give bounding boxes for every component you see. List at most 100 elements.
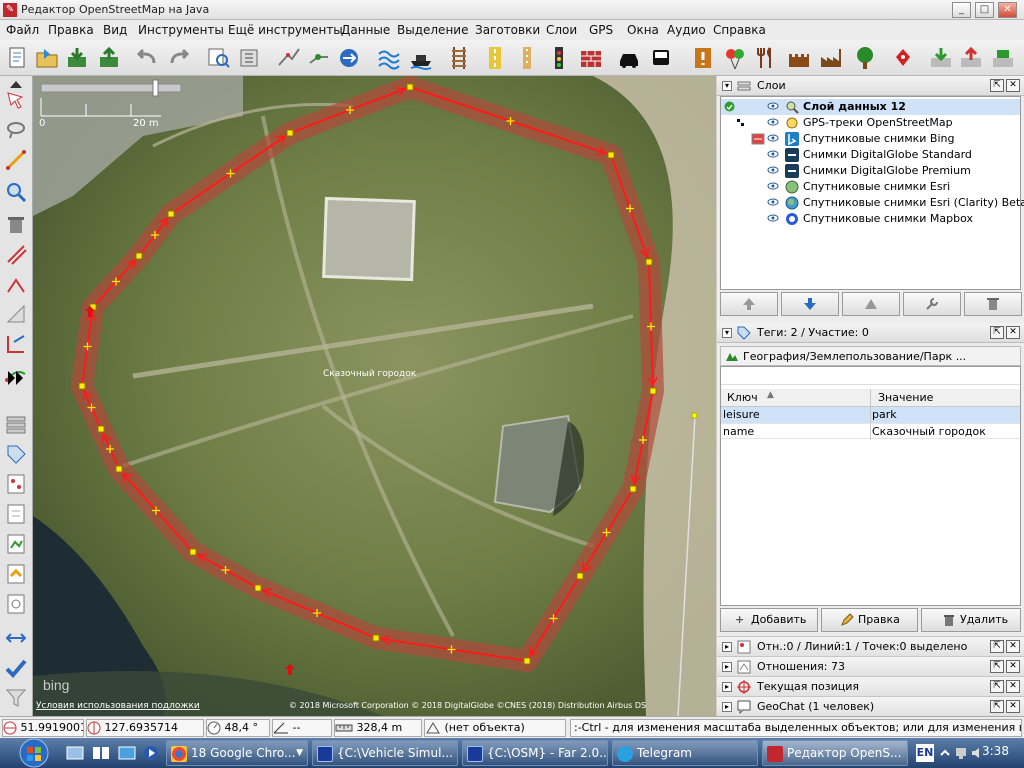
history-icon[interactable] — [4, 592, 28, 616]
way-node[interactable] — [189, 548, 197, 556]
move-layer-down-button[interactable] — [781, 292, 839, 316]
upload-osm-icon[interactable] — [958, 45, 984, 71]
way-node[interactable] — [629, 485, 637, 493]
collapse-icon[interactable]: ▾ — [722, 328, 732, 338]
visibility-eye-icon[interactable] — [767, 101, 779, 111]
network-icon[interactable] — [954, 746, 968, 760]
position-panel-header[interactable]: ▸ Текущая позиция ⇱ ✕ — [717, 676, 1024, 696]
taskbar-far-vehicle[interactable]: {C:\Vehicle Simul... — [312, 740, 458, 766]
delete-tag-button[interactable]: Удалить — [921, 608, 1021, 632]
layer-row[interactable]: Снимки DigitalGlobe Standard — [721, 147, 1020, 163]
taskbar-josm[interactable]: Редактор OpenS... — [762, 740, 908, 766]
lasso-mode-icon[interactable] — [4, 118, 28, 142]
combine-way-icon[interactable] — [306, 45, 332, 71]
undock-icon[interactable]: ⇱ — [990, 79, 1004, 92]
menu-presets[interactable]: Заготовки — [475, 23, 540, 37]
close-button[interactable]: ✕ — [998, 2, 1017, 18]
layers-toggle-icon[interactable] — [4, 412, 28, 436]
way-node[interactable] — [372, 634, 380, 642]
value-column-header[interactable]: Значение — [878, 391, 933, 404]
more-tools-icon[interactable] — [4, 366, 28, 390]
menu-imagery[interactable]: Слои — [546, 23, 577, 37]
menu-windows[interactable]: Окна — [627, 23, 659, 37]
clock[interactable]: 3:38 — [982, 744, 1009, 758]
layer-settings-button[interactable] — [903, 292, 961, 316]
geochat-panel-header[interactable]: ▸ GeoChat (1 человек) ⇱ ✕ — [717, 696, 1024, 716]
way-node[interactable] — [645, 258, 653, 266]
selection-panel-header[interactable]: ▸ Отн.:0 / Линий:1 / Точек:0 выделено ⇱ … — [717, 636, 1024, 656]
visibility-eye-icon[interactable] — [767, 181, 779, 191]
group-dropdown-icon[interactable]: ▼ — [296, 741, 303, 765]
preset-row[interactable]: География/Землепользование/Парк ... — [720, 346, 1021, 366]
measure-icon[interactable] — [4, 626, 28, 650]
maximize-button[interactable]: □ — [975, 2, 994, 18]
panel-close-icon[interactable]: ✕ — [1006, 326, 1020, 339]
way-node[interactable] — [607, 151, 615, 159]
save-icon[interactable] — [64, 45, 90, 71]
railway-preset-icon[interactable] — [446, 45, 472, 71]
expand-icon[interactable]: ▸ — [722, 682, 732, 692]
media-player-icon[interactable] — [142, 745, 160, 761]
filter-icon[interactable] — [4, 686, 28, 710]
way-node[interactable] — [97, 425, 105, 433]
parallel-mode-icon[interactable] — [4, 242, 28, 266]
move-layer-up-button[interactable] — [720, 292, 778, 316]
zoom-to-data-icon[interactable] — [206, 45, 232, 71]
tray-expand-icon[interactable] — [938, 746, 952, 760]
validation-icon[interactable] — [4, 532, 28, 556]
language-indicator[interactable]: EN — [916, 744, 934, 762]
menu-audio[interactable]: Аудио — [667, 23, 706, 37]
panel-close-icon[interactable]: ✕ — [1006, 660, 1020, 673]
show-desktop-icon[interactable] — [66, 745, 84, 761]
way-node[interactable] — [649, 387, 657, 395]
zoom-mode-icon[interactable] — [4, 180, 28, 204]
balloons-preset-icon[interactable] — [722, 45, 748, 71]
tag-row[interactable]: leisure park — [721, 407, 1020, 423]
menu-edit[interactable]: Правка — [48, 23, 94, 37]
caution-preset-icon[interactable] — [690, 45, 716, 71]
preferences-icon[interactable] — [236, 45, 262, 71]
menu-selection[interactable]: Выделение — [397, 23, 468, 37]
expand-icon[interactable]: ▸ — [722, 702, 732, 712]
layer-row-active[interactable]: Слой данных 12 — [721, 99, 1020, 115]
menu-help[interactable]: Справка — [713, 23, 766, 37]
visibility-eye-icon[interactable] — [767, 165, 779, 175]
poi-preset-icon[interactable] — [890, 45, 916, 71]
delete-layer-button[interactable] — [964, 292, 1022, 316]
upload-icon[interactable] — [96, 45, 122, 71]
reverse-way-icon[interactable] — [336, 45, 362, 71]
visibility-eye-icon[interactable] — [767, 197, 779, 207]
improve-way-icon[interactable] — [4, 272, 28, 296]
layer-row[interactable]: GPS-треки OpenStreetMap — [721, 115, 1020, 131]
panel-close-icon[interactable]: ✕ — [1006, 79, 1020, 92]
way-node[interactable] — [576, 572, 584, 580]
open-file-icon[interactable] — [34, 45, 60, 71]
industrial-preset-icon[interactable] — [818, 45, 844, 71]
taskbar-chrome[interactable]: 18 Google Chro... ▼ — [166, 740, 308, 766]
panel-close-icon[interactable]: ✕ — [1006, 700, 1020, 713]
undock-icon[interactable]: ⇱ — [990, 700, 1004, 713]
visibility-eye-icon[interactable] — [767, 117, 779, 127]
undo-icon[interactable] — [134, 45, 160, 71]
conflict-list-icon[interactable] — [4, 502, 28, 526]
add-tag-button[interactable]: + Добавить — [720, 608, 818, 632]
relations-panel-header[interactable]: ▸ Отношения: 73 ⇱ ✕ — [717, 656, 1024, 676]
waterway-preset-icon[interactable] — [376, 45, 402, 71]
collapse-icon[interactable]: ▾ — [722, 81, 732, 91]
scale-slider-thumb[interactable] — [152, 79, 159, 97]
update-data-icon[interactable] — [990, 45, 1016, 71]
restaurant-preset-icon[interactable] — [752, 45, 778, 71]
tags-toggle-icon[interactable] — [4, 442, 28, 466]
taskbar-far-osm[interactable]: {C:\OSM} - Far 2.0... — [462, 740, 608, 766]
start-button-icon[interactable] — [14, 738, 54, 768]
car-preset-icon[interactable] — [616, 45, 642, 71]
selection-list-icon[interactable] — [4, 472, 28, 496]
barrier-wall-preset-icon[interactable] — [578, 45, 604, 71]
visibility-eye-icon[interactable] — [767, 149, 779, 159]
traffic-light-preset-icon[interactable] — [546, 45, 572, 71]
tag-row[interactable]: name Сказочный городок — [721, 423, 1020, 440]
draw-mode-icon[interactable] — [4, 148, 28, 172]
visibility-eye-icon[interactable] — [767, 213, 779, 223]
castle-preset-icon[interactable] — [786, 45, 812, 71]
way-node[interactable] — [78, 382, 86, 390]
